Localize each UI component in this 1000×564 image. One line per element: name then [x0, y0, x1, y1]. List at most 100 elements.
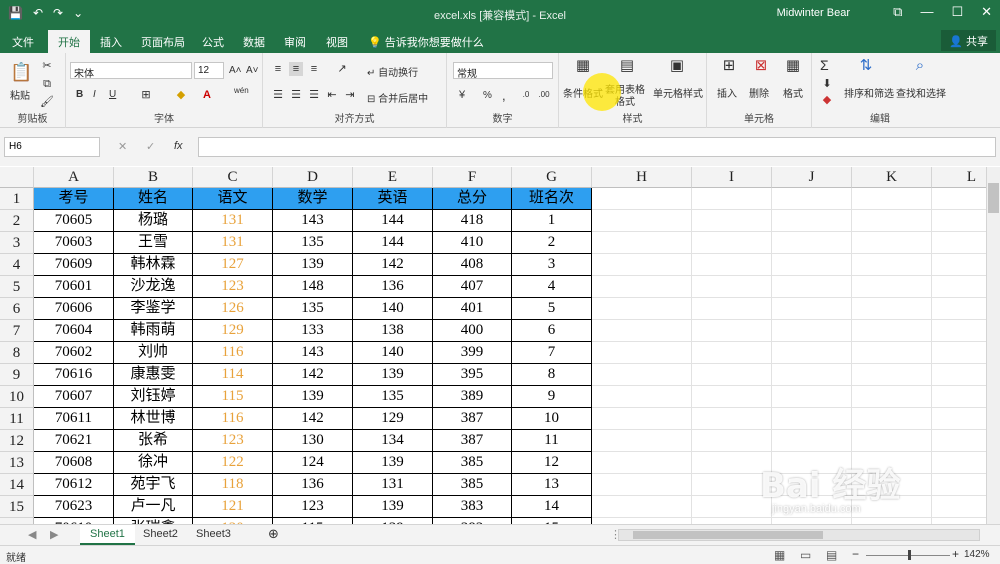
table-cell[interactable]: 143	[273, 210, 353, 232]
table-cell[interactable]: 70623	[34, 496, 114, 518]
table-cell[interactable]	[592, 254, 692, 276]
table-cell[interactable]	[592, 276, 692, 298]
table-cell[interactable]	[772, 342, 852, 364]
table-cell[interactable]: 12	[512, 452, 592, 474]
table-cell[interactable]	[692, 408, 772, 430]
format-as-table-icon[interactable]: ▤	[617, 58, 637, 79]
horizontal-scroll-thumb[interactable]	[633, 531, 823, 539]
comma-button[interactable]: ,	[502, 88, 506, 103]
table-cell[interactable]	[772, 386, 852, 408]
row-header-1[interactable]: 1	[0, 188, 34, 210]
table-cell[interactable]: 70603	[34, 232, 114, 254]
page-layout-view-icon[interactable]: ▭	[800, 548, 811, 562]
table-cell[interactable]	[772, 210, 852, 232]
table-cell[interactable]	[772, 254, 852, 276]
table-cell[interactable]	[932, 474, 986, 496]
table-cell[interactable]: 140	[353, 298, 433, 320]
table-cell[interactable]: 70611	[34, 408, 114, 430]
table-cell[interactable]	[932, 342, 986, 364]
table-cell[interactable]: 123	[193, 430, 273, 452]
table-cell[interactable]	[852, 364, 932, 386]
merge-center-button[interactable]: ⊟ 合并后居中	[367, 90, 428, 105]
table-cell[interactable]: 136	[273, 474, 353, 496]
table-cell[interactable]	[592, 474, 692, 496]
wrap-text-button[interactable]: ↵ 自动换行	[367, 64, 418, 79]
table-cell[interactable]: 70606	[34, 298, 114, 320]
column-header-b[interactable]: B	[114, 167, 193, 188]
table-cell[interactable]	[772, 188, 852, 210]
table-cell[interactable]	[692, 276, 772, 298]
table-cell[interactable]: 401	[433, 298, 512, 320]
table-cell[interactable]: 144	[353, 232, 433, 254]
table-cell[interactable]: 127	[193, 254, 273, 276]
cancel-icon[interactable]: ✕	[118, 140, 127, 153]
clear-icon[interactable]: ◆	[820, 93, 834, 107]
table-cell[interactable]	[932, 452, 986, 474]
column-header-d[interactable]: D	[273, 167, 353, 188]
align-middle-icon[interactable]: ≡	[289, 62, 303, 76]
decrease-indent-icon[interactable]: ⇤	[325, 88, 339, 102]
table-cell[interactable]	[592, 408, 692, 430]
ribbon-display-icon[interactable]: ⧉	[893, 4, 902, 20]
table-cell[interactable]: 杨璐	[114, 210, 193, 232]
table-cell[interactable]: 13	[512, 474, 592, 496]
number-format-select[interactable]: 常规	[453, 62, 553, 80]
table-cell[interactable]: 389	[433, 386, 512, 408]
table-cell[interactable]: 135	[353, 386, 433, 408]
table-cell[interactable]: 韩林霖	[114, 254, 193, 276]
table-cell[interactable]: 1	[512, 210, 592, 232]
table-cell[interactable]	[772, 298, 852, 320]
table-cell[interactable]	[852, 210, 932, 232]
table-cell[interactable]	[932, 320, 986, 342]
table-cell[interactable]: 林世博	[114, 408, 193, 430]
vertical-scroll-thumb[interactable]	[988, 183, 999, 213]
table-cell[interactable]: 2	[512, 232, 592, 254]
table-cell[interactable]	[852, 320, 932, 342]
table-cell[interactable]: 148	[273, 276, 353, 298]
sort-filter-icon[interactable]: ⇅	[856, 58, 876, 79]
table-cell[interactable]	[692, 298, 772, 320]
row-header-4[interactable]: 4	[0, 254, 34, 276]
table-cell[interactable]	[692, 232, 772, 254]
table-cell[interactable]: 129	[353, 408, 433, 430]
align-right-icon[interactable]: ☰	[307, 88, 321, 102]
table-cell[interactable]: 131	[353, 474, 433, 496]
tab-file[interactable]: 文件	[12, 34, 34, 50]
user-name[interactable]: Midwinter Bear	[777, 7, 850, 19]
cell-styles-button[interactable]: 单元格样式	[653, 85, 703, 100]
row-header-13[interactable]: 13	[0, 452, 34, 474]
maximize-button[interactable]: ☐	[951, 4, 963, 20]
header-cell[interactable]: 姓名	[114, 188, 193, 210]
table-cell[interactable]	[852, 386, 932, 408]
table-cell[interactable]: 139	[353, 364, 433, 386]
sheet-tab-sheet3[interactable]: Sheet3	[186, 525, 241, 545]
table-cell[interactable]	[592, 386, 692, 408]
row-header-15[interactable]: 15	[0, 496, 34, 518]
row-header-7[interactable]: 7	[0, 320, 34, 342]
table-cell[interactable]: 142	[273, 408, 353, 430]
table-cell[interactable]: 400	[433, 320, 512, 342]
header-cell[interactable]: 总分	[433, 188, 512, 210]
find-select-icon[interactable]: ⌕	[910, 58, 930, 79]
column-header-c[interactable]: C	[193, 167, 273, 188]
column-header-g[interactable]: G	[512, 167, 592, 188]
header-cell[interactable]: 语文	[193, 188, 273, 210]
tab-formulas[interactable]: 公式	[202, 34, 224, 50]
align-center-icon[interactable]: ☰	[289, 88, 303, 102]
column-header-j[interactable]: J	[772, 167, 852, 188]
zoom-out-button[interactable]: −	[852, 547, 859, 561]
fill-color-icon[interactable]: ◆	[174, 88, 188, 102]
column-header-k[interactable]: K	[852, 167, 932, 188]
header-cell[interactable]: 考号	[34, 188, 114, 210]
bold-button[interactable]: B	[76, 89, 83, 100]
table-cell[interactable]	[852, 408, 932, 430]
row-header-14[interactable]: 14	[0, 474, 34, 496]
tab-page-layout[interactable]: 页面布局	[141, 34, 185, 50]
table-cell[interactable]	[692, 364, 772, 386]
table-cell[interactable]: 6	[512, 320, 592, 342]
table-cell[interactable]: 114	[193, 364, 273, 386]
format-cells-icon[interactable]: ▦	[783, 58, 803, 79]
table-cell[interactable]: 138	[353, 320, 433, 342]
table-cell[interactable]	[592, 298, 692, 320]
table-cell[interactable]	[592, 452, 692, 474]
